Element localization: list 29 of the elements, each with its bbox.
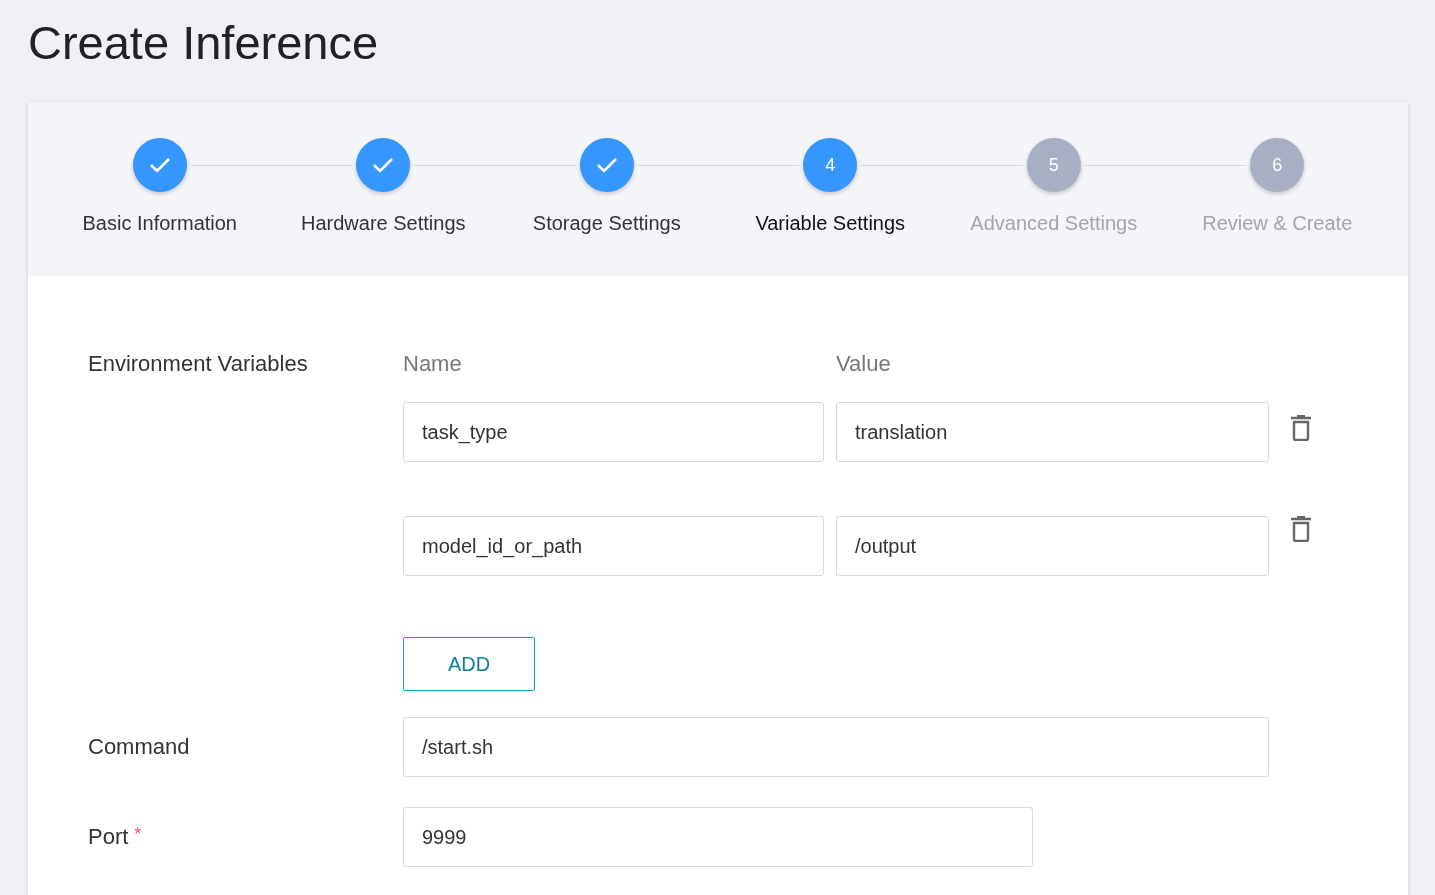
trash-icon bbox=[1291, 415, 1311, 441]
step-number: 5 bbox=[1048, 154, 1059, 176]
delete-button[interactable] bbox=[1291, 516, 1311, 542]
input-field[interactable]: task_type bbox=[403, 402, 824, 462]
step-label: Storage Settings bbox=[532, 212, 681, 235]
step-label: Hardware Settings bbox=[301, 212, 466, 235]
check-icon bbox=[148, 156, 171, 174]
field-label: Port * bbox=[88, 824, 143, 850]
step-number: 4 bbox=[825, 154, 836, 176]
add-button[interactable]: ADD bbox=[403, 637, 535, 691]
step-number: 6 bbox=[1272, 154, 1283, 176]
trash-icon bbox=[1291, 516, 1311, 542]
page-title: Create Inference bbox=[28, 15, 380, 71]
step-label: Advanced Settings bbox=[970, 212, 1138, 235]
input-field[interactable]: model_id_or_path bbox=[403, 516, 824, 576]
step-label: Basic Information bbox=[82, 212, 237, 235]
field-label: Environment Variables bbox=[88, 351, 309, 377]
input-field[interactable]: /start.sh bbox=[403, 717, 1269, 777]
input-field[interactable]: 9999 bbox=[403, 807, 1033, 867]
column-header: Name bbox=[403, 351, 463, 377]
check-icon bbox=[372, 156, 395, 174]
step-label: Variable Settings bbox=[755, 212, 906, 235]
column-header: Value bbox=[836, 351, 892, 377]
step-label: Review & Create bbox=[1202, 212, 1353, 235]
input-field[interactable]: /output bbox=[836, 516, 1269, 576]
input-field[interactable]: translation bbox=[836, 402, 1269, 462]
field-label: Command bbox=[88, 734, 191, 760]
required-mark: * bbox=[134, 824, 142, 844]
check-icon bbox=[595, 156, 618, 174]
